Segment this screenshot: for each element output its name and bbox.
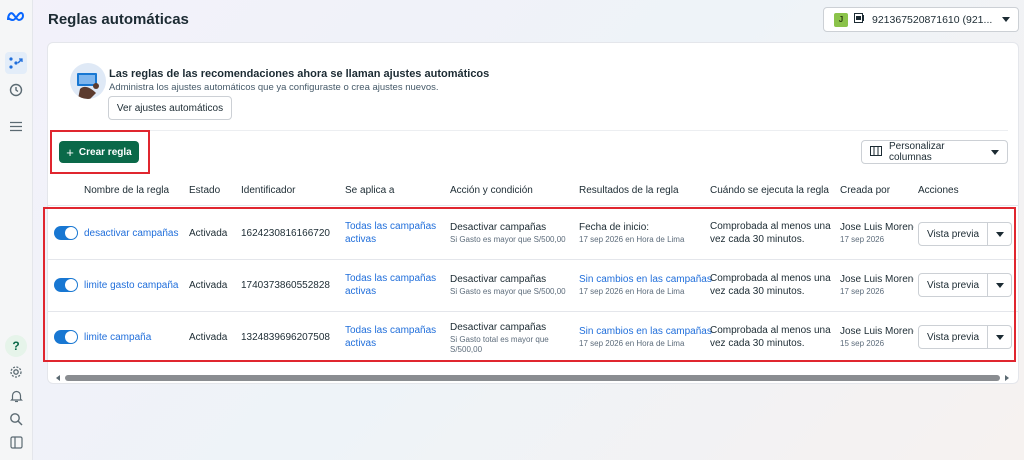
- rule-schedule: Comprobada al menos una: [710, 325, 831, 336]
- scrollbar-thumb[interactable]: [65, 375, 1000, 381]
- rule-schedule: Comprobada al menos una: [710, 221, 831, 232]
- meta-logo-icon[interactable]: [5, 6, 27, 28]
- rule-condition: Si Gasto total es mayor que: [450, 335, 549, 344]
- rule-created-date: 15 sep 2026: [840, 339, 885, 348]
- rule-id: 1740373860552828: [241, 280, 330, 291]
- customize-columns-label: Personalizar columnas: [889, 141, 945, 163]
- column-header-results[interactable]: Resultados de la regla: [579, 185, 679, 196]
- scroll-right-icon[interactable]: [1005, 375, 1009, 381]
- column-header-schedule[interactable]: Cuándo se ejecuta la regla: [710, 185, 829, 196]
- column-header-applies-to[interactable]: Se aplica a: [345, 185, 394, 196]
- column-header-id[interactable]: Identificador: [241, 185, 295, 196]
- rule-name-link[interactable]: limite gasto campaña: [84, 279, 179, 292]
- rule-schedule: vez cada 30 minutos.: [710, 234, 805, 245]
- row-divider: [47, 259, 1019, 260]
- chevron-down-icon: [995, 334, 1004, 340]
- rule-schedule: Comprobada al menos una: [710, 273, 831, 284]
- rules-icon[interactable]: [5, 52, 27, 74]
- settings-icon[interactable]: [5, 361, 27, 383]
- account-avatar: J: [834, 12, 848, 27]
- chevron-down-icon: [1002, 17, 1010, 22]
- row-divider: [47, 311, 1019, 312]
- rule-action: Desactivar campañas: [450, 322, 547, 333]
- rule-condition: Si Gasto es mayor que S/500,00: [450, 235, 566, 244]
- applies-to-link[interactable]: Todas las campañas: [345, 272, 436, 285]
- menu-icon[interactable]: [5, 115, 27, 137]
- row-actions-dropdown[interactable]: [988, 273, 1012, 297]
- create-rule-label: Crear regla: [78, 146, 132, 158]
- search-icon[interactable]: [5, 408, 27, 430]
- preview-button[interactable]: Vista previa: [918, 325, 988, 349]
- scroll-left-icon[interactable]: [56, 375, 60, 381]
- panel-toggle-icon[interactable]: [5, 431, 27, 453]
- rule-created-date: 17 sep 2026: [840, 287, 885, 296]
- rule-status: Activada: [189, 332, 228, 343]
- rule-result-date: 17 sep 2026 en Hora de Lima: [579, 235, 685, 244]
- column-header-name[interactable]: Nombre de la regla: [84, 185, 169, 196]
- banner-title: Las reglas de las recomendaciones ahora …: [109, 68, 490, 80]
- info-banner: Las reglas de las recomendaciones ahora …: [58, 51, 1008, 131]
- rule-schedule: vez cada 30 minutos.: [710, 286, 805, 297]
- column-header-action[interactable]: Acción y condición: [450, 185, 533, 196]
- rule-schedule: vez cada 30 minutos.: [710, 338, 805, 349]
- applies-to-link[interactable]: Todas las campañas: [345, 324, 436, 337]
- rule-status: Activada: [189, 228, 228, 239]
- applies-to-link[interactable]: activas: [345, 285, 376, 298]
- column-header-created-by[interactable]: Creada por: [840, 185, 890, 196]
- columns-icon: [870, 145, 882, 159]
- rule-result-date: 17 sep 2026 en Hora de Lima: [579, 287, 685, 296]
- page-title: Reglas automáticas: [48, 11, 189, 28]
- applies-to-link[interactable]: activas: [345, 233, 376, 246]
- rule-creator: Jose Luis Morenc: [840, 326, 914, 337]
- rule-result-link[interactable]: Sin cambios en las campañas: [579, 325, 712, 338]
- preview-button[interactable]: Vista previa: [918, 273, 988, 297]
- rule-id: 1624230816166720: [241, 228, 330, 239]
- banner-illustration-icon: [70, 63, 106, 99]
- rule-condition: S/500,00: [450, 345, 483, 354]
- history-icon[interactable]: [5, 79, 27, 101]
- help-icon[interactable]: ?: [5, 335, 27, 357]
- rule-condition: Si Gasto es mayor que S/500,00: [450, 287, 566, 296]
- rule-creator: Jose Luis Morenc: [840, 274, 914, 285]
- rule-action: Desactivar campañas: [450, 274, 547, 285]
- rule-toggle[interactable]: [54, 226, 78, 240]
- chevron-down-icon: [995, 231, 1004, 237]
- rule-creator: Jose Luis Morenc: [840, 222, 914, 233]
- view-automatic-adjustments-button[interactable]: Ver ajustes automáticos: [108, 96, 232, 120]
- rule-result-link[interactable]: Sin cambios en las campañas: [579, 273, 712, 286]
- applies-to-link[interactable]: Todas las campañas: [345, 220, 436, 233]
- plus-icon: +: [66, 144, 74, 160]
- column-header-actions: Acciones: [918, 185, 959, 196]
- rule-id: 1324839696207508: [241, 332, 330, 343]
- header-divider: [47, 205, 1019, 206]
- rule-status: Activada: [189, 280, 228, 291]
- banner-subtitle: Administra los ajustes automáticos que y…: [109, 82, 439, 93]
- applies-to-link[interactable]: activas: [345, 337, 376, 350]
- account-selector[interactable]: J 921367520871610 (921...: [823, 7, 1019, 32]
- left-rail: ?: [0, 0, 33, 460]
- column-header-status[interactable]: Estado: [189, 185, 220, 196]
- rule-action: Desactivar campañas: [450, 222, 547, 233]
- rule-toggle[interactable]: [54, 330, 78, 344]
- rule-name-link[interactable]: limite campaña: [84, 331, 151, 344]
- create-rule-button[interactable]: + Crear regla: [59, 141, 139, 163]
- account-label: 921367520871610 (921...: [872, 13, 993, 26]
- chevron-down-icon: [995, 282, 1004, 288]
- rule-toggle[interactable]: [54, 278, 78, 292]
- customize-columns-button[interactable]: Personalizar columnas: [861, 140, 1008, 164]
- row-actions-dropdown[interactable]: [988, 325, 1012, 349]
- rule-result-date: 17 sep 2026 en Hora de Lima: [579, 339, 685, 348]
- rule-result: Fecha de inicio:: [579, 222, 650, 233]
- chevron-down-icon: [991, 149, 999, 155]
- ad-account-icon: [854, 13, 866, 26]
- row-actions-dropdown[interactable]: [988, 222, 1012, 246]
- bell-icon[interactable]: [5, 385, 27, 407]
- horizontal-scrollbar[interactable]: [55, 374, 1010, 382]
- rule-created-date: 17 sep 2026: [840, 235, 885, 244]
- rule-name-link[interactable]: desactivar campañas: [84, 227, 179, 240]
- preview-button[interactable]: Vista previa: [918, 222, 988, 246]
